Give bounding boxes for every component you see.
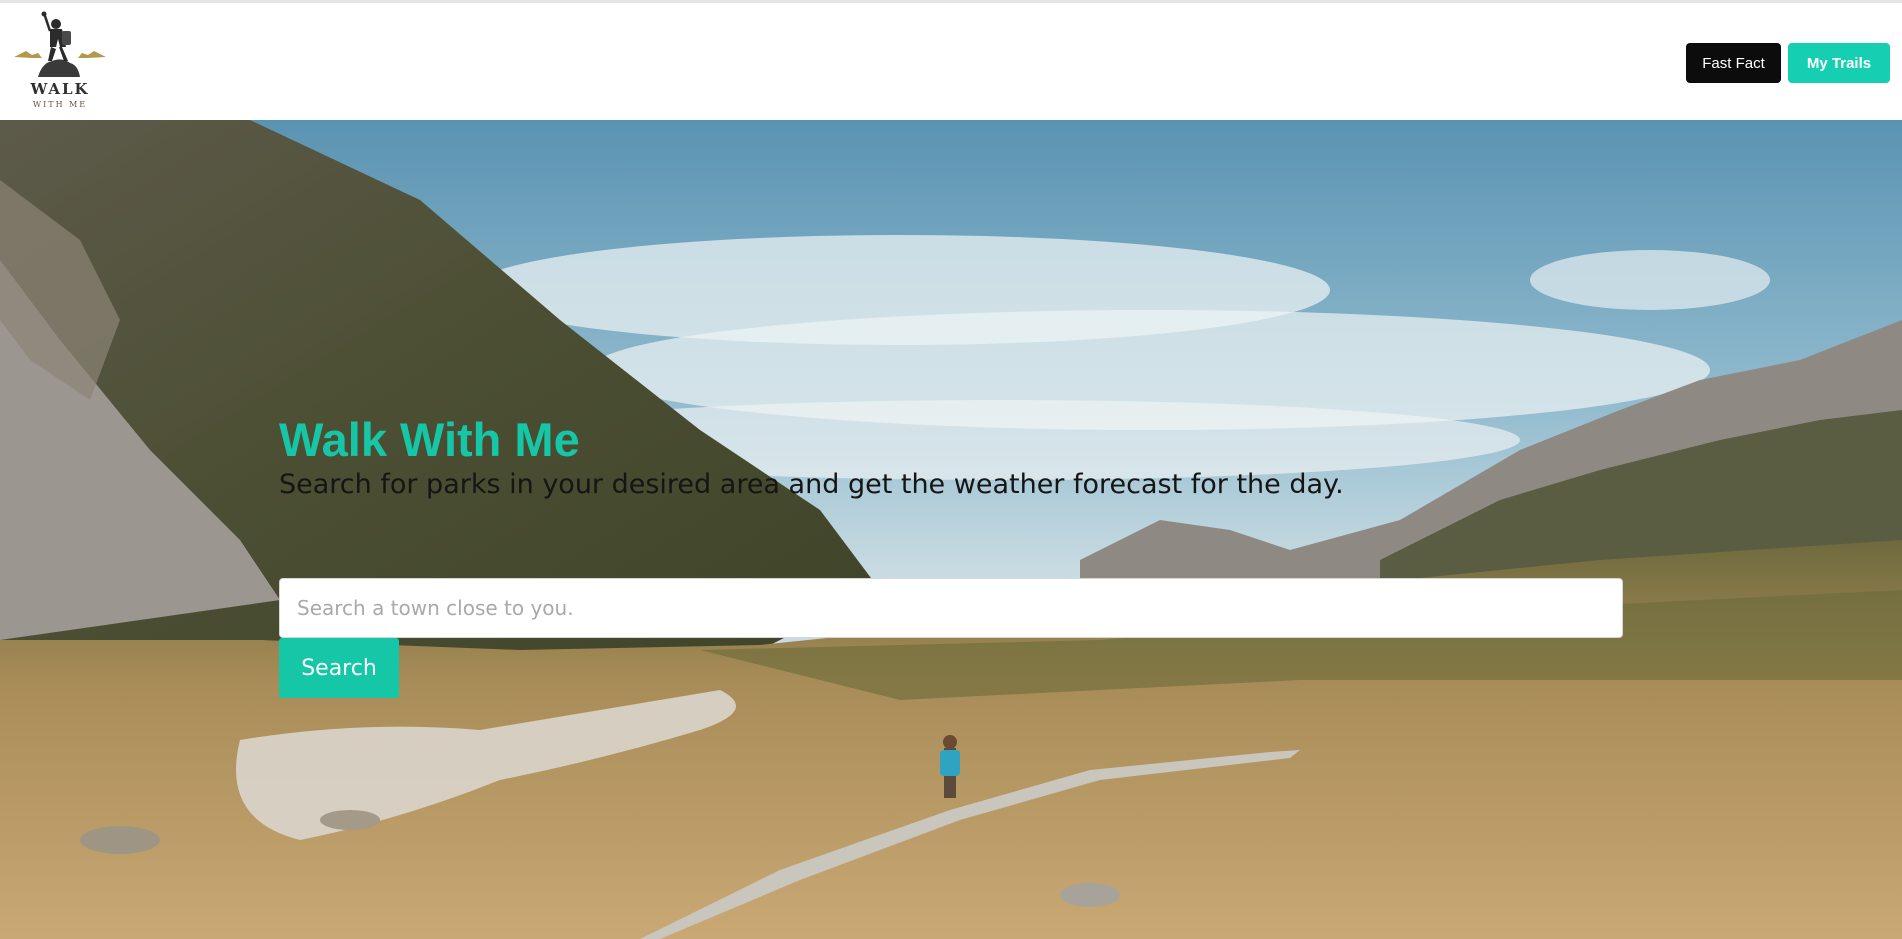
fast-fact-button[interactable]: Fast Fact bbox=[1686, 43, 1781, 83]
logo-title: WALK bbox=[30, 80, 90, 98]
hero-title: Walk With Me bbox=[279, 413, 580, 466]
search-button[interactable]: Search bbox=[279, 638, 399, 698]
town-search-input[interactable] bbox=[279, 578, 1623, 638]
hero-subtitle: Search for parks in your desired area an… bbox=[279, 469, 1344, 500]
hiker-logo-icon bbox=[14, 11, 106, 77]
my-trails-button[interactable]: My Trails bbox=[1788, 43, 1890, 83]
navbar: WALK WITH ME Fast Fact My Trails bbox=[0, 3, 1902, 120]
logo-subtitle: WITH ME bbox=[32, 100, 88, 109]
brand-logo[interactable]: WALK WITH ME bbox=[12, 11, 108, 115]
mountain-valley-boardwalk-hiker-image bbox=[0, 120, 1902, 939]
hero-section: Walk With Me Search for parks in your de… bbox=[0, 120, 1902, 939]
